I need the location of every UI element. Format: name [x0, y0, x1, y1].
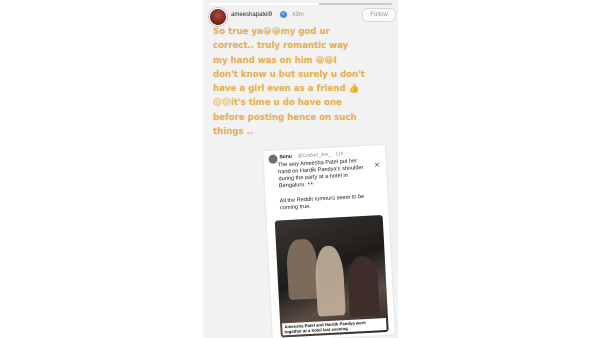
video-caption: Ameesha Patel and Hardik Pandya were tog… [282, 317, 387, 336]
story-progress-fill [209, 3, 319, 5]
story-viewer[interactable]: ameeshapatel9 ✓ 43m Follow So true ya😁😁m… [203, 0, 398, 338]
timestamp: 43m [292, 12, 304, 18]
story-progress-bar [209, 3, 392, 5]
username[interactable]: ameeshapatel9 [231, 12, 272, 18]
video-figure [314, 245, 346, 317]
tweet-screenshot: Sonu @Cricket_live_ · 11h ✕ The way Amee… [263, 144, 395, 338]
avatar[interactable] [209, 8, 227, 26]
verified-badge-icon: ✓ [280, 11, 287, 18]
tweet-text: The way Ameesha Patel put her hand on Ha… [277, 158, 364, 190]
close-icon: ✕ [373, 162, 381, 170]
tweet-text-secondary: All the Reddit rumours seem to be coming… [279, 193, 365, 212]
follow-button[interactable]: Follow [362, 8, 396, 22]
tweet-video: Ameesha Patel and Hardik Pandya were tog… [274, 215, 389, 338]
tweet-author-name: Sonu [279, 153, 293, 161]
tweet-handle: @Cricket_live_ · 11h [297, 150, 344, 160]
video-figure [346, 255, 380, 317]
video-figure [285, 238, 319, 301]
tweet-avatar [268, 154, 278, 164]
story-caption: So true ya😁😁my god ur correct.. truly ro… [213, 27, 365, 138]
